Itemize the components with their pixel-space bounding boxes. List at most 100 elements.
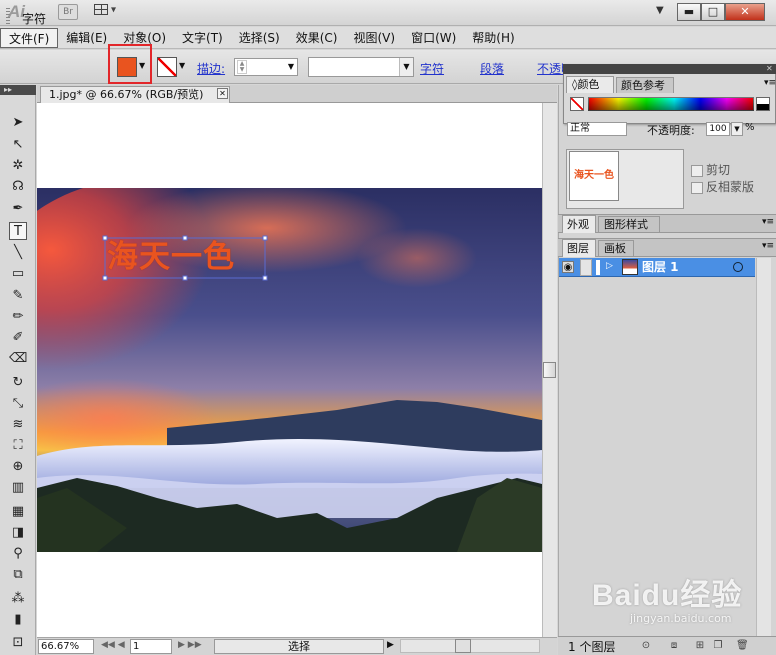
make-clipping-mask-icon[interactable]: ⧈ [668, 640, 680, 652]
tab-appearance[interactable]: 外观 [562, 215, 596, 233]
scale-tool-icon[interactable]: ⤡ [9, 395, 27, 413]
clip-checkbox[interactable] [691, 164, 703, 177]
graph-tool-icon[interactable]: ▥ [9, 479, 27, 497]
clip-checkbox-row[interactable]: 剪切 [691, 161, 730, 178]
paintbrush-tool-icon[interactable]: ✎ [9, 287, 27, 305]
blend-mode-select[interactable]: 正常 [567, 122, 627, 136]
artboard-number-field[interactable]: 1 [130, 639, 172, 654]
stroke-link[interactable]: 描边: [197, 60, 225, 77]
stroke-color-swatch[interactable] [157, 57, 177, 77]
artboard-tool-icon[interactable]: ⊡ [9, 634, 27, 652]
stroke-spinner-icon[interactable]: ▲ ▼ [237, 60, 247, 74]
opacity-field[interactable]: 100 [706, 122, 730, 136]
column-graph-tool-icon[interactable]: ▮ [9, 611, 27, 629]
delete-layer-icon[interactable]: 🗑 [736, 640, 749, 652]
locate-object-icon[interactable]: ⊙ [640, 640, 652, 652]
status-arrow-icon[interactable]: ▶ [387, 640, 394, 650]
maximize-button[interactable]: □ [701, 3, 725, 21]
magic-wand-tool-icon[interactable]: ✲ [9, 157, 27, 175]
invert-mask-checkbox[interactable] [691, 181, 703, 194]
mesh-tool-icon[interactable]: ▦ [9, 503, 27, 521]
horizontal-scroll-thumb[interactable] [455, 639, 471, 653]
close-document-icon[interactable]: ✕ [217, 88, 228, 99]
gradient-tool-icon[interactable]: ◨ [9, 524, 27, 542]
eyedropper-tool-icon[interactable]: ⚲ [9, 545, 27, 563]
shape-builder-tool-icon[interactable]: ⊕ [9, 458, 27, 476]
none-color-swatch[interactable] [570, 97, 584, 111]
artwork-text[interactable]: 海天一色 [107, 238, 235, 276]
pencil-tool-icon[interactable]: ✏ [9, 308, 27, 326]
zoom-field[interactable]: 66.67% [38, 639, 94, 654]
eraser-tool-icon[interactable]: ⌫ [9, 350, 27, 368]
tab-artboards[interactable]: 画板 [598, 240, 634, 257]
toolbox-header[interactable]: ▸▸ [0, 85, 36, 95]
font-dropdown-icon[interactable]: ▼ [399, 58, 413, 76]
menu-effect[interactable]: 效果(C) [288, 28, 346, 48]
rotate-tool-icon[interactable]: ↻ [9, 374, 27, 392]
appearance-panel-menu-icon[interactable]: ▾≡ [762, 217, 774, 227]
color-panel-close-icon[interactable]: ✕ [766, 64, 773, 74]
rectangle-tool-icon[interactable]: ▭ [9, 265, 27, 283]
tab-color[interactable]: ◊颜色 [566, 76, 614, 93]
tab-layers[interactable]: 图层 [562, 239, 596, 257]
status-tool-field[interactable]: 选择 [214, 639, 384, 654]
close-button[interactable]: ✕ [725, 3, 765, 21]
stroke-weight-dropdown-icon[interactable]: ▼ [288, 62, 294, 71]
blob-brush-tool-icon[interactable]: ✐ [9, 329, 27, 347]
type-tool-icon[interactable]: T [9, 222, 27, 240]
menu-help[interactable]: 帮助(H) [464, 28, 522, 48]
paragraph-link[interactable]: 段落 [480, 60, 504, 77]
last-artboard-icon[interactable]: ▶ ▶▶ [178, 640, 202, 650]
tab-graphic-styles[interactable]: 图形样式 [598, 216, 660, 233]
opacity-dropdown-icon[interactable]: ▼ [731, 122, 743, 136]
tab-color-label: 颜色 [577, 78, 600, 91]
workspace-switcher[interactable]: ▼ [656, 5, 664, 16]
bridge-button[interactable]: Br [58, 4, 78, 20]
layer-target-icon[interactable] [733, 262, 743, 272]
transparency-thumbnail[interactable]: 海天一色 [569, 151, 619, 201]
new-layer-icon[interactable]: ❐ [712, 640, 724, 652]
pen-tool-icon[interactable]: ✒ [9, 200, 27, 218]
minimize-button[interactable]: ▬ [677, 3, 701, 21]
watermark-sub: jingyan.baidu.com [630, 612, 732, 625]
blend-tool-icon[interactable]: ⧉ [9, 566, 27, 584]
stroke-weight-field[interactable]: ▲ ▼ ▼ [234, 58, 298, 76]
layer-count: 1 个图层 [568, 640, 616, 654]
stroke-dropdown-icon[interactable]: ▼ [179, 61, 185, 70]
menu-type[interactable]: 文字(T) [174, 28, 231, 48]
document-tab[interactable]: 1.jpg* @ 66.67% (RGB/预览) [40, 86, 230, 103]
free-transform-tool-icon[interactable]: ⛶ [9, 437, 27, 455]
line-tool-icon[interactable]: ╲ [9, 244, 27, 262]
direct-selection-tool-icon[interactable]: ↖ [9, 136, 27, 154]
color-panel-header[interactable] [563, 64, 776, 74]
layer-name[interactable]: 图层 1 [642, 259, 679, 276]
warp-tool-icon[interactable]: ≋ [9, 416, 27, 434]
black-white-swatch[interactable] [756, 97, 770, 111]
placed-photo[interactable]: 海天一色 [37, 188, 542, 552]
menu-window[interactable]: 窗口(W) [403, 28, 464, 48]
new-sublayer-icon[interactable]: ⊞ [694, 640, 706, 652]
layers-panel-menu-icon[interactable]: ▾≡ [762, 241, 774, 251]
arrange-documents-button[interactable]: ▾ [94, 4, 124, 20]
character-link[interactable]: 字符 [420, 60, 444, 77]
selection-tool-icon[interactable]: ➤ [9, 114, 27, 132]
visibility-eye-icon[interactable]: ◉ [562, 261, 574, 273]
first-artboard-icon[interactable]: ◀◀ ◀ [101, 640, 125, 650]
invert-mask-checkbox-row[interactable]: 反相蒙版 [691, 178, 754, 195]
control-bar-grip[interactable] [6, 8, 10, 26]
layer-disclosure-triangle-icon[interactable]: ▷ [606, 261, 613, 271]
menu-select[interactable]: 选择(S) [231, 28, 288, 48]
font-family-select[interactable]: ▼ [308, 57, 414, 77]
menu-view[interactable]: 视图(V) [345, 28, 403, 48]
invert-mask-label: 反相蒙版 [706, 180, 755, 194]
tab-color-guide[interactable]: 颜色参考 [616, 77, 674, 93]
opacity-link[interactable]: 不透明度 [537, 60, 563, 77]
symbol-sprayer-tool-icon[interactable]: ⁂ [9, 590, 27, 608]
vertical-scroll-thumb[interactable] [543, 362, 556, 378]
lock-toggle[interactable] [580, 259, 592, 276]
menu-edit[interactable]: 编辑(E) [58, 28, 115, 48]
opacity-unit: % [745, 122, 755, 133]
lasso-tool-icon[interactable]: ☊ [9, 178, 27, 196]
color-panel-menu-icon[interactable]: ▾≡ [764, 78, 776, 88]
menu-file[interactable]: 文件(F) [0, 27, 59, 48]
